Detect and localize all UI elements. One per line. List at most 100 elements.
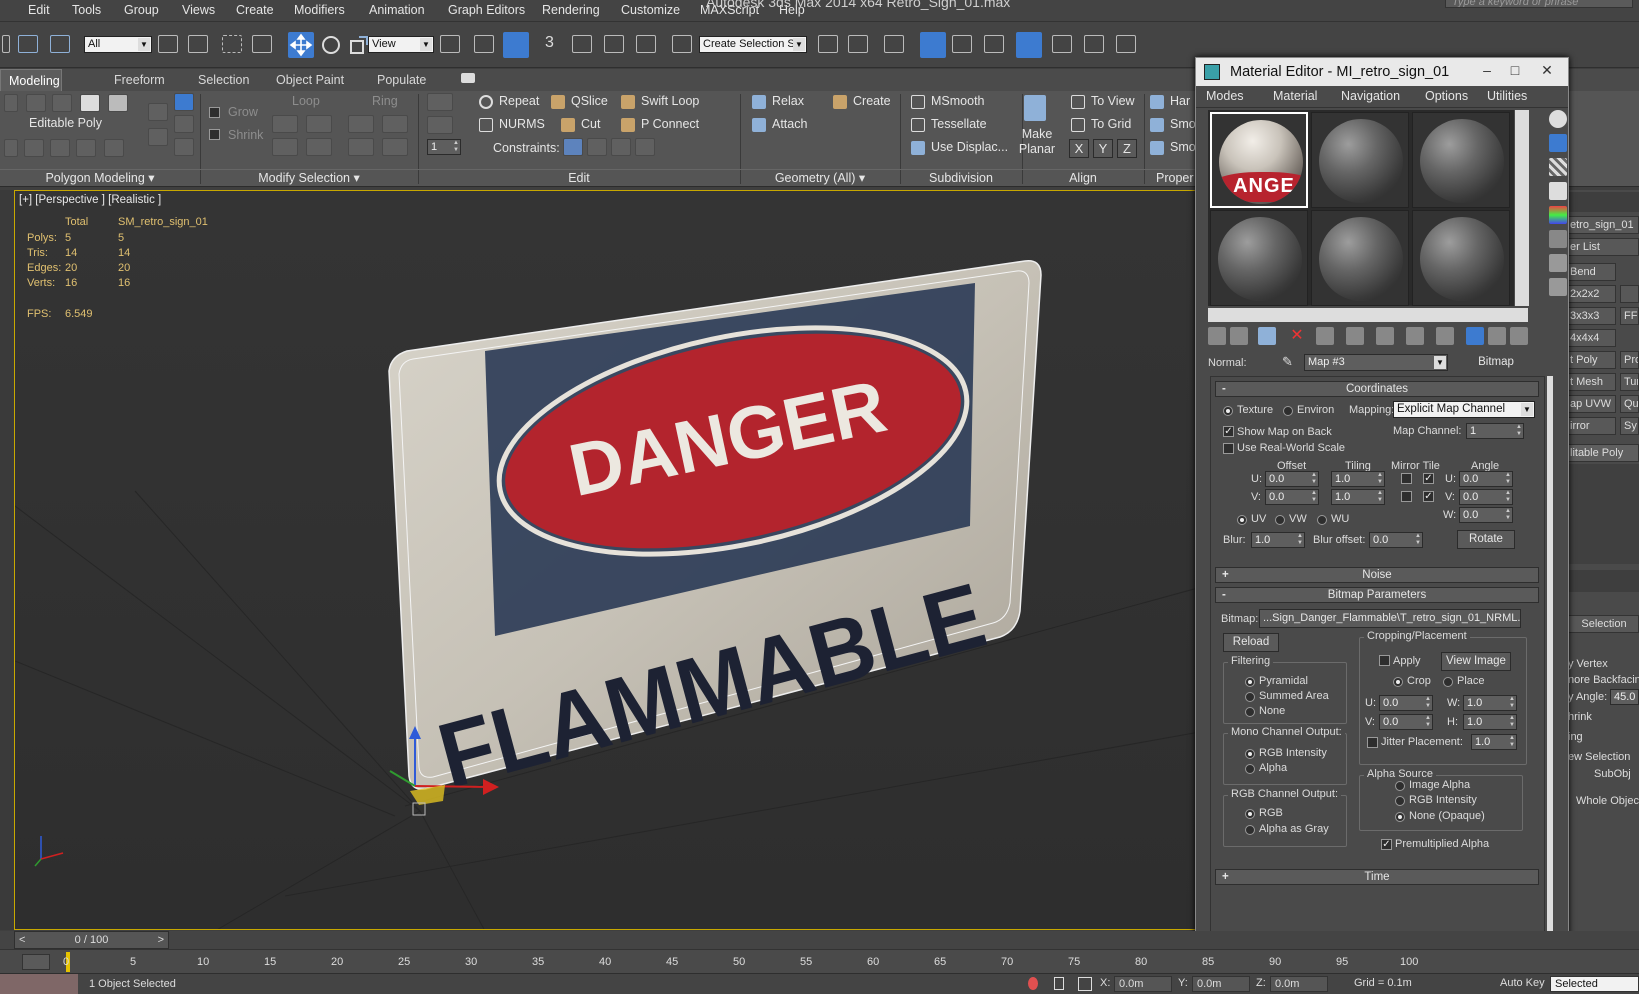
w-angle-spinner[interactable]: 0.0 ▲ ▼ bbox=[1459, 507, 1513, 523]
map-type-button[interactable]: Bitmap bbox=[1452, 353, 1540, 372]
time-slider-next-icon[interactable]: > bbox=[158, 932, 164, 948]
select-manipulate-icon[interactable] bbox=[474, 35, 494, 53]
msmooth-icon[interactable] bbox=[911, 95, 925, 109]
v-offset-spinner[interactable]: 0.0 ▲ ▼ bbox=[1265, 489, 1319, 505]
use-displacement-button[interactable]: Use Displac... bbox=[931, 140, 1008, 154]
go-to-parent-icon[interactable] bbox=[1488, 327, 1506, 345]
graphite-toggle-icon[interactable] bbox=[920, 32, 946, 58]
me-menu-options[interactable]: Options bbox=[1425, 89, 1468, 103]
modeling-tool-icon-4[interactable] bbox=[76, 139, 96, 157]
rendered-frame-window-icon[interactable] bbox=[1084, 35, 1104, 53]
layer-manager-icon[interactable] bbox=[884, 35, 904, 53]
sample-slot-2[interactable] bbox=[1311, 112, 1409, 208]
u-tiling-spinner[interactable]: 1.0 ▲ ▼ bbox=[1331, 471, 1385, 487]
time-slider[interactable]: < 0 / 100 > bbox=[14, 931, 169, 949]
bitmap-path-button[interactable]: ...Sign_Danger_Flammable\T_retro_sign_01… bbox=[1259, 609, 1521, 628]
make-preview-icon[interactable] bbox=[1549, 230, 1567, 248]
me-menu-utilities[interactable]: Utilities bbox=[1487, 89, 1527, 103]
sample-slot-3[interactable] bbox=[1412, 112, 1510, 208]
get-material-icon[interactable] bbox=[1208, 327, 1226, 345]
rotate-button[interactable]: Rotate bbox=[1457, 530, 1515, 549]
modifier-stack-item[interactable]: litable Poly bbox=[1566, 444, 1639, 462]
material-id-channel-icon[interactable] bbox=[1406, 327, 1424, 345]
collapse-stack-icon[interactable] bbox=[148, 103, 168, 121]
menu-modifiers[interactable]: Modifiers bbox=[294, 3, 345, 17]
to-grid-icon[interactable] bbox=[1071, 118, 1085, 132]
search-field[interactable]: Type a keyword or phrase bbox=[1445, 0, 1633, 8]
angle-spinner[interactable]: 45.0 bbox=[1610, 689, 1639, 705]
unlink-icon[interactable] bbox=[50, 35, 70, 53]
z-coord-field[interactable]: 0.0m bbox=[1270, 976, 1328, 992]
polygon-icon[interactable] bbox=[80, 94, 100, 112]
blur-spinner[interactable]: 1.0 ▲ ▼ bbox=[1251, 532, 1305, 548]
loop-grow-icon[interactable] bbox=[272, 115, 298, 133]
none-filter-radio[interactable] bbox=[1245, 707, 1255, 717]
keyboard-shortcut-override-icon[interactable] bbox=[503, 32, 529, 58]
x-coord-field[interactable]: 0.0m bbox=[1114, 976, 1172, 992]
rollout-scrollbar[interactable] bbox=[1547, 376, 1553, 932]
ring-dot-icon[interactable] bbox=[382, 138, 408, 156]
put-to-library-icon[interactable] bbox=[1376, 327, 1394, 345]
tab-populate[interactable]: Populate bbox=[369, 69, 434, 91]
mapping-dropdown[interactable]: Explicit Map Channel ▼ bbox=[1393, 401, 1535, 418]
select-object-icon[interactable] bbox=[158, 35, 178, 53]
undo-icon[interactable] bbox=[2, 35, 10, 53]
render-setup-icon[interactable] bbox=[1052, 35, 1072, 53]
smooth-button[interactable]: Smo bbox=[1170, 117, 1196, 131]
video-color-check-icon[interactable] bbox=[1549, 206, 1567, 224]
crop-u-spinner[interactable]: 0.0 ▲ ▼ bbox=[1379, 695, 1433, 711]
pivot-center-icon[interactable] bbox=[440, 35, 460, 53]
modify-selection-panel-title[interactable]: Modify Selection ▾ bbox=[200, 169, 418, 186]
swift-loop-button[interactable]: Swift Loop bbox=[641, 94, 699, 108]
align-z-button[interactable]: Z bbox=[1117, 139, 1137, 158]
me-menu-modes[interactable]: Modes bbox=[1206, 89, 1244, 103]
nurms-button[interactable]: NURMS bbox=[499, 117, 545, 131]
modifier-2x2x2-button[interactable]: 2x2x2 bbox=[1566, 285, 1616, 303]
shrink-icon[interactable] bbox=[209, 129, 220, 140]
copy-material-icon[interactable] bbox=[1316, 327, 1334, 345]
schematic-view-icon[interactable] bbox=[984, 35, 1004, 53]
smooth-30-icon[interactable] bbox=[1150, 141, 1164, 155]
loop-mode-icon[interactable] bbox=[272, 138, 298, 156]
loop-label[interactable]: Loop bbox=[292, 94, 320, 108]
repeat-icon[interactable] bbox=[479, 95, 493, 109]
show-end-result-icon[interactable] bbox=[1466, 327, 1484, 345]
align-y-button[interactable]: Y bbox=[1093, 139, 1113, 158]
qslice-icon[interactable] bbox=[551, 95, 565, 109]
align-icon[interactable] bbox=[848, 35, 868, 53]
jitter-placement-spinner[interactable]: 1.0 ▲ ▼ bbox=[1471, 734, 1517, 750]
reload-button[interactable]: Reload bbox=[1223, 633, 1279, 652]
assign-to-selection-icon[interactable] bbox=[1258, 327, 1276, 345]
ring-shrink-icon[interactable] bbox=[382, 115, 408, 133]
alpha-rgb-intensity-radio[interactable] bbox=[1395, 796, 1405, 806]
modifier-edit-mesh-button[interactable]: t Mesh bbox=[1566, 373, 1616, 391]
bitmap-parameters-rollout-header[interactable]: - Bitmap Parameters bbox=[1215, 587, 1539, 603]
vertex-icon[interactable] bbox=[4, 94, 18, 112]
material-editor-titlebar[interactable]: Material Editor - MI_retro_sign_01 – □ ✕ bbox=[1196, 58, 1568, 86]
u-mirror-checkbox[interactable] bbox=[1401, 473, 1412, 484]
premultiplied-alpha-checkbox[interactable]: ✓ bbox=[1381, 839, 1392, 850]
object-name-field[interactable]: etro_sign_01 bbox=[1566, 216, 1639, 234]
repeat-button[interactable]: Repeat bbox=[499, 94, 539, 108]
constraint-none-icon[interactable] bbox=[563, 138, 583, 156]
align-panel-title[interactable]: Align bbox=[1022, 169, 1144, 186]
auto-key-button[interactable]: Auto Key bbox=[1500, 977, 1545, 989]
shrink-label[interactable]: Shrink bbox=[228, 128, 263, 142]
grow-label[interactable]: Grow bbox=[228, 105, 258, 119]
menu-customize[interactable]: Customize bbox=[621, 3, 680, 17]
modifier-pro-button[interactable]: Pro bbox=[1620, 351, 1639, 369]
element-icon[interactable] bbox=[108, 94, 128, 112]
modifier-unwrap-uvw-button[interactable]: ap UVW bbox=[1566, 395, 1616, 413]
timeline-ruler[interactable]: 0 5 10 15 20 25 30 35 40 45 50 55 60 65 … bbox=[0, 949, 1639, 973]
y-coord-field[interactable]: 0.0m bbox=[1192, 976, 1250, 992]
sample-type-icon[interactable] bbox=[1549, 110, 1567, 128]
relax-button[interactable]: Relax bbox=[772, 94, 804, 108]
mirror-icon[interactable] bbox=[818, 35, 838, 53]
angle-snap-icon[interactable] bbox=[572, 35, 592, 53]
put-to-scene-icon[interactable] bbox=[1230, 327, 1248, 345]
tab-freeform[interactable]: Freeform bbox=[106, 69, 173, 91]
ring-label[interactable]: Ring bbox=[372, 94, 398, 108]
preserve-uv-icon[interactable] bbox=[427, 93, 453, 111]
constraint-normal-icon[interactable] bbox=[635, 138, 655, 156]
eyedropper-icon[interactable]: ✎ bbox=[1282, 354, 1298, 370]
